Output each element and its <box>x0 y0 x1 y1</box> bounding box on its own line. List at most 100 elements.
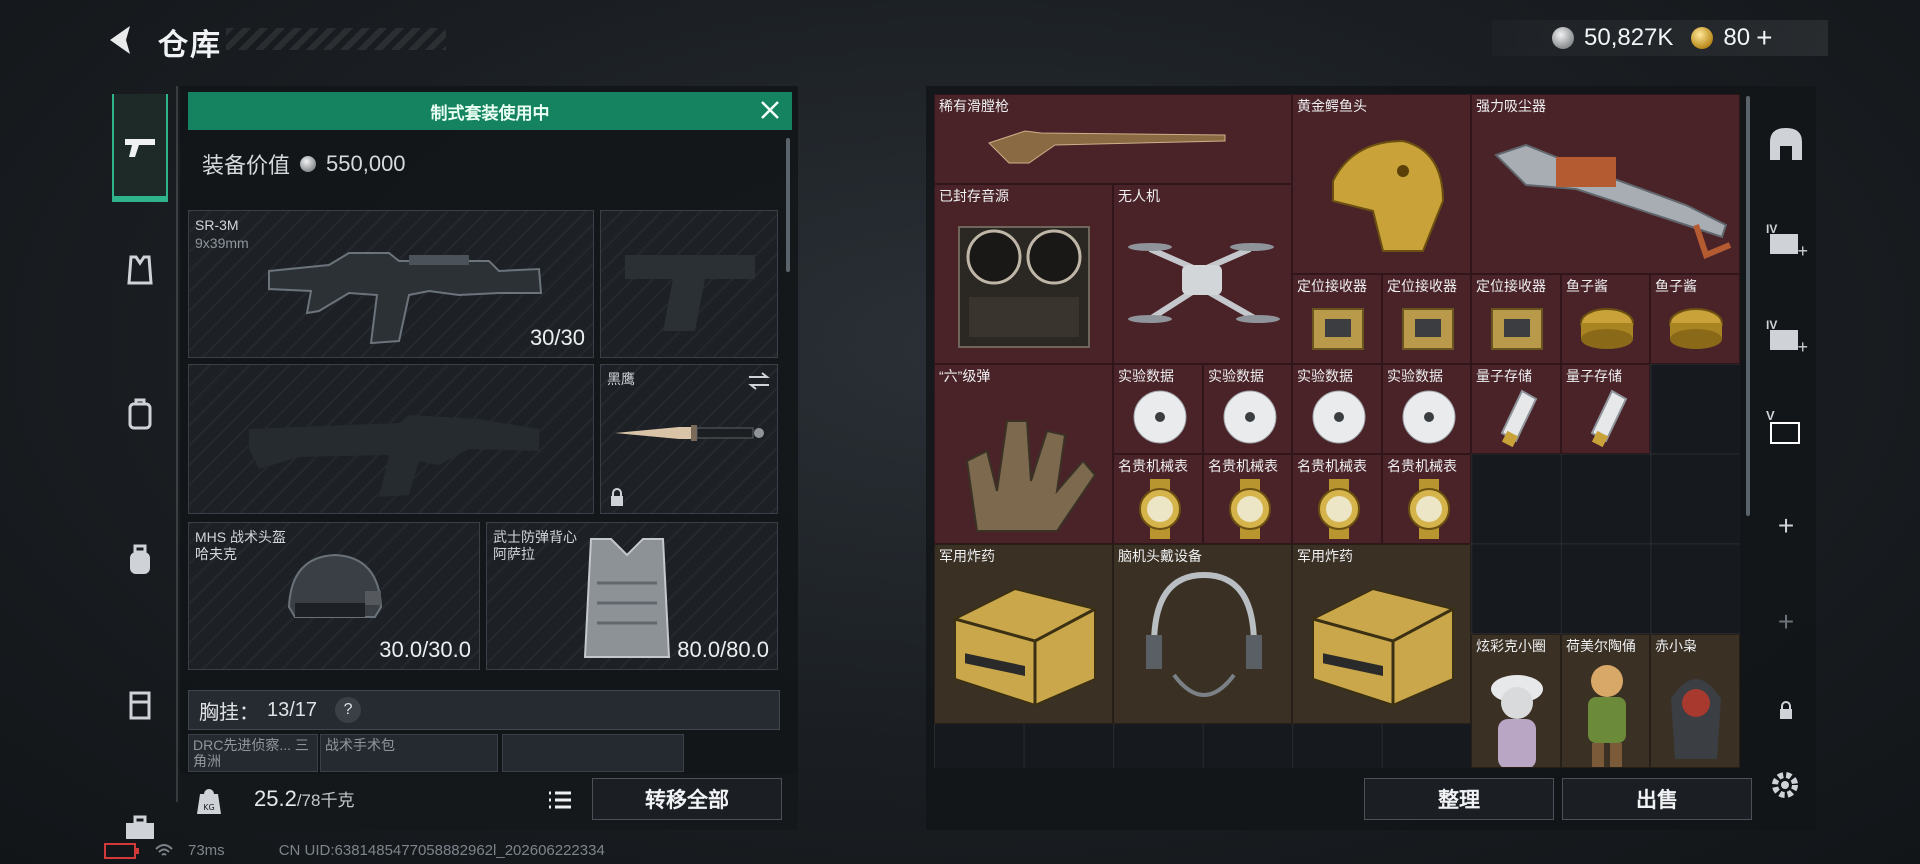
golden-croc-head-icon <box>1332 139 1445 252</box>
iv-container-tab[interactable]: IV + <box>1758 212 1814 268</box>
chest-rig-bar[interactable]: 胸挂： 13/17 ? <box>188 690 780 730</box>
storage-item[interactable]: 定位接收器 <box>1292 274 1382 364</box>
rig-item-slot[interactable]: 战术手术包 <box>320 734 498 772</box>
gold-coin-icon <box>1691 27 1714 49</box>
storage-item[interactable]: 赤小枭 <box>1650 634 1740 768</box>
list-view-button[interactable] <box>542 782 578 818</box>
storage-item[interactable]: 荷美尔陶俑 <box>1561 634 1650 768</box>
storage-item[interactable]: 实验数据 <box>1292 364 1382 454</box>
iv-container-tab-2[interactable]: IV + <box>1758 308 1814 364</box>
storage-item[interactable]: 名贵机械表 <box>1382 454 1471 544</box>
knife-icon <box>615 425 764 441</box>
backpack-tab[interactable] <box>112 532 168 588</box>
watch-icon <box>1139 479 1181 539</box>
weight-max: /78千克 <box>296 791 355 810</box>
item-label: 定位接收器 <box>1387 278 1457 294</box>
gold-amount: 80 <box>1723 24 1751 51</box>
banner-close-button[interactable] <box>758 98 782 122</box>
silver-coin-icon <box>1552 27 1574 49</box>
swap-icon[interactable] <box>747 371 771 391</box>
item-label: 名贵机械表 <box>1387 458 1457 474</box>
storage-item[interactable]: 量子存储 <box>1471 364 1561 454</box>
locked-slot[interactable] <box>1758 682 1814 738</box>
category-rail <box>104 86 176 839</box>
sort-button[interactable]: 整理 <box>1364 778 1554 820</box>
v-label: V <box>1766 408 1775 423</box>
armor-name: 武士防弹背心 阿萨拉 <box>493 529 577 563</box>
back-button[interactable] <box>104 22 140 58</box>
sidearm-slot[interactable] <box>600 210 778 358</box>
helmet-name-text: MHS 战术头盔 <box>195 529 286 545</box>
transfer-all-button[interactable]: 转移全部 <box>592 778 782 820</box>
item-label: 名贵机械表 <box>1208 458 1278 474</box>
v-container-tab[interactable]: V <box>1758 400 1814 456</box>
safe-tab[interactable] <box>1758 116 1814 172</box>
storage-item[interactable]: 名贵机械表 <box>1203 454 1292 544</box>
storage-item[interactable]: 名贵机械表 <box>1113 454 1203 544</box>
loadout-scrollbar[interactable] <box>786 138 790 272</box>
receiver-icon <box>1312 308 1364 350</box>
helmet-slot[interactable]: MHS 战术头盔 哈夫克 30.0/30.0 <box>188 522 480 670</box>
safe-icon <box>1770 128 1802 160</box>
equipment-value-amount: 550,000 <box>326 151 406 176</box>
receiver-icon <box>1491 308 1543 350</box>
storage-item[interactable]: 实验数据 <box>1382 364 1471 454</box>
lock-icon <box>611 488 623 506</box>
item-label: 定位接收器 <box>1297 278 1367 294</box>
storage-item[interactable]: 定位接收器 <box>1382 274 1471 364</box>
storage-item[interactable]: “六”级弹 <box>934 364 1113 544</box>
armor-pack-tab[interactable] <box>112 386 168 442</box>
case-tab[interactable] <box>112 676 168 732</box>
storage-item[interactable]: 定位接收器 <box>1471 274 1561 364</box>
close-icon <box>761 101 779 119</box>
storage-item[interactable]: 炫彩克小圈 <box>1471 634 1561 768</box>
rail-divider <box>176 86 178 802</box>
caviar-icon <box>1669 308 1723 349</box>
armor-brand: 阿萨拉 <box>493 546 535 562</box>
sell-button[interactable]: 出售 <box>1562 778 1752 820</box>
storage-item[interactable]: 稀有滑膛枪 <box>934 94 1292 184</box>
vest-tab[interactable] <box>112 242 168 298</box>
settings-button[interactable] <box>1766 766 1804 804</box>
caviar-icon <box>1580 308 1634 349</box>
equipment-value-label: 装备价值 <box>202 153 291 178</box>
melee-slot[interactable]: 黑鹰 <box>600 364 778 514</box>
storage-item[interactable]: 脑机头戴设备 <box>1113 544 1292 724</box>
item-label: 稀有滑膛枪 <box>939 98 1009 114</box>
backpack-armor-icon <box>128 398 152 430</box>
storage-item[interactable]: 军用炸药 <box>1292 544 1471 724</box>
gun-tab[interactable] <box>112 94 168 202</box>
storage-item[interactable]: 鱼子酱 <box>1561 274 1650 364</box>
help-button[interactable]: ? <box>335 697 362 723</box>
rifle-icon <box>268 252 543 345</box>
usb-icon <box>1500 389 1538 448</box>
storage-scrollbar[interactable] <box>1746 96 1750 516</box>
storage-item[interactable]: 强力吸尘器 <box>1471 94 1740 274</box>
figurine-icon <box>1588 665 1626 767</box>
status-bar: 73ms CN UID:6381485477058882962l_2026062… <box>104 842 605 859</box>
storage-item[interactable]: 黄金鳄鱼头 <box>1292 94 1471 274</box>
add-gold-button[interactable]: + <box>1756 22 1772 54</box>
storage-item[interactable]: 鱼子酱 <box>1650 274 1740 364</box>
ammo-hand-icon <box>965 420 1097 532</box>
rig-item-slot[interactable] <box>502 734 684 772</box>
storage-item[interactable]: 无人机 <box>1113 184 1292 364</box>
storage-item[interactable]: 实验数据 <box>1113 364 1203 454</box>
storage-item[interactable]: 量子存储 <box>1561 364 1650 454</box>
storage-item[interactable]: 名贵机械表 <box>1292 454 1382 544</box>
rig-item-slot[interactable]: DRC先进侦察... 三角洲 <box>188 734 318 772</box>
uid-text: CN UID:6381485477058882962l_202606222334 <box>278 842 605 859</box>
secondary-weapon-slot[interactable] <box>188 364 594 514</box>
add-container-button[interactable]: + <box>1758 498 1814 554</box>
storage-item[interactable]: 军用炸药 <box>934 544 1113 724</box>
primary-weapon-ammo: 30/30 <box>529 325 585 350</box>
storage-item[interactable]: 已封存音源 <box>934 184 1113 364</box>
storage-item[interactable]: 实验数据 <box>1203 364 1292 454</box>
silver-amount: 50,827K <box>1584 24 1674 51</box>
item-label: 无人机 <box>1118 188 1160 204</box>
armor-slot[interactable]: 武士防弹背心 阿萨拉 80.0/80.0 <box>486 522 778 670</box>
currency-bar: 50,827K 80 + <box>1492 20 1828 56</box>
primary-weapon-slot[interactable]: SR-3M 9x39mm 30/30 <box>188 210 594 358</box>
add-container-button-locked[interactable]: + <box>1758 594 1814 650</box>
equipment-value: 装备价值 550,000 <box>202 148 406 180</box>
